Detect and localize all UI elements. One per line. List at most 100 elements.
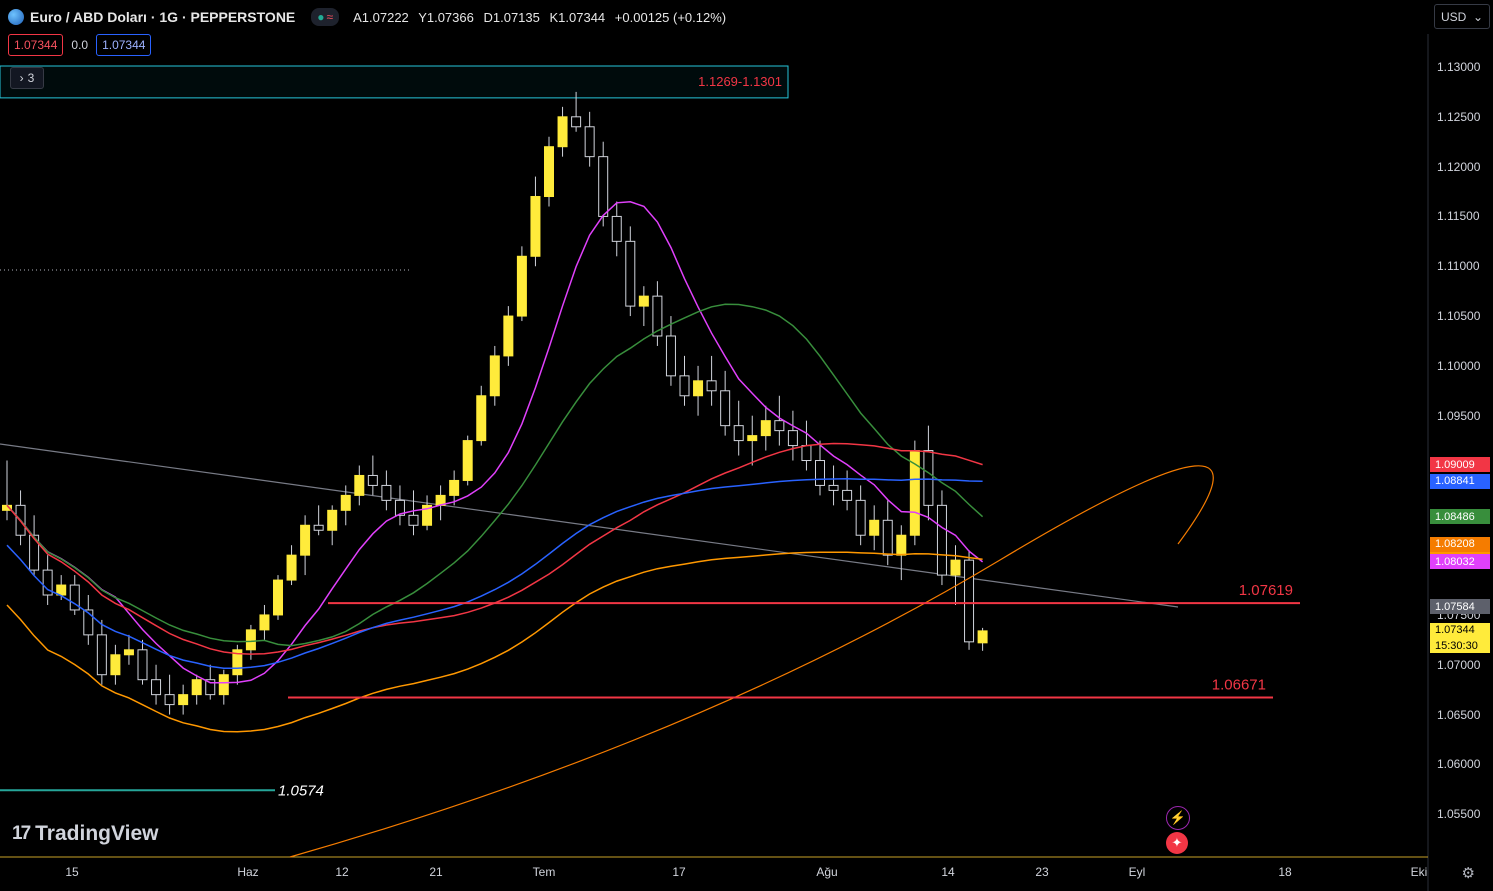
price-tag: 1.07344 [1430, 622, 1490, 638]
tradingview-logo: 17 TradingView [12, 822, 158, 846]
tradingview-mark-icon: 17 [12, 823, 31, 844]
delay-icon: ≈ [326, 10, 334, 24]
price-tick: 1.11500 [1437, 209, 1480, 224]
time-tick: 17 [672, 865, 686, 879]
price-chart[interactable]: 1.1269-1.1301 1.07619 1.06671 1.0574 [0, 0, 1493, 891]
candle [923, 450, 934, 506]
currency-select[interactable]: USD ⌄ [1434, 4, 1490, 29]
price-tag: 1.09009 [1430, 457, 1490, 473]
time-tick: Eki [1410, 865, 1428, 879]
currency-label: USD [1441, 9, 1467, 24]
high-value: Y1.07366 [418, 9, 474, 25]
close-value: K1.07344 [549, 9, 606, 25]
candle [259, 614, 270, 631]
level-upper-label: 1.07619 [1239, 582, 1293, 599]
price-tag: 1.08208 [1430, 536, 1490, 552]
candle [313, 524, 324, 531]
candle [354, 474, 365, 496]
time-tick: 14 [941, 865, 955, 879]
candle [733, 425, 744, 442]
candle [598, 156, 609, 217]
candle [828, 484, 839, 491]
price-tag: 1.08841 [1430, 473, 1490, 489]
moving-average-line [6, 442, 983, 655]
lightning-icon[interactable]: ⚡ [1166, 806, 1190, 830]
ohlc-values: A1.07222 Y1.07366 D1.07135 K1.07344 +0.0… [353, 10, 732, 25]
price-tick: 1.09500 [1437, 408, 1481, 423]
market-status[interactable]: ● ≈ [311, 8, 340, 26]
open-value: A1.07222 [353, 9, 409, 25]
candle [516, 255, 527, 317]
candle [855, 499, 866, 536]
candle [340, 494, 351, 511]
candle [706, 380, 717, 392]
candle [584, 126, 595, 158]
price-tag: 1.08486 [1430, 509, 1490, 525]
candle [638, 295, 649, 307]
time-tick: 12 [335, 865, 349, 879]
candle [530, 196, 541, 257]
moving-average-line [6, 551, 983, 733]
candle [476, 395, 487, 442]
price-tick: 1.13000 [1437, 60, 1481, 74]
candle [869, 519, 880, 536]
candle [286, 554, 297, 581]
candle [787, 430, 798, 447]
candle [842, 489, 853, 501]
candle [178, 694, 189, 706]
time-tick: Tem [532, 865, 556, 879]
candle [896, 534, 907, 556]
resistance-zone [0, 65, 789, 99]
candle [245, 629, 256, 651]
price-tick: 1.05500 [1437, 807, 1481, 822]
candle [544, 146, 554, 198]
low-value: D1.07135 [483, 9, 540, 25]
candle [720, 390, 731, 427]
sell-button[interactable]: 1.07344 [8, 34, 64, 56]
indicators-toggle[interactable]: › 3 [10, 67, 44, 89]
candle [747, 435, 758, 442]
candle [815, 460, 825, 486]
price-tick: 1.06500 [1437, 707, 1481, 722]
candle [679, 375, 690, 397]
us-flag-icon[interactable]: ✦ [1166, 832, 1188, 854]
globe-icon [8, 9, 24, 25]
candle [218, 674, 229, 696]
candle [191, 679, 202, 696]
candle [367, 474, 378, 486]
candle [665, 335, 676, 377]
spread-value: 0.0 [71, 38, 89, 52]
level-old-label: 1.0574 [278, 782, 324, 799]
candle [760, 420, 771, 437]
candle [110, 654, 121, 676]
time-tick: 18 [1278, 865, 1292, 879]
time-tick: 23 [1035, 865, 1049, 879]
symbol-title[interactable]: Euro / ABD Doları · 1G · PEPPERSTONE [0, 9, 295, 25]
time-tick: Eyl [1128, 865, 1146, 879]
candle [381, 484, 392, 501]
buy-button[interactable]: 1.07344 [96, 34, 152, 56]
candle [462, 440, 473, 481]
candle [936, 504, 947, 576]
candle [801, 445, 812, 462]
logo-text: TradingView [35, 822, 159, 845]
candle [273, 579, 283, 616]
price-tag: 1.08032 [1430, 554, 1490, 570]
candle [137, 649, 148, 681]
candle [964, 559, 975, 643]
price-tick: 1.12500 [1437, 109, 1481, 124]
gear-icon[interactable]: ⚙ [1462, 864, 1475, 882]
price-tick: 1.07000 [1437, 657, 1481, 672]
symbol-name: Euro / ABD Doları · 1G · PEPPERSTONE [30, 9, 296, 25]
candle [123, 649, 134, 656]
candle [327, 509, 338, 531]
price-tick: 1.10500 [1437, 309, 1481, 324]
price-tag: 1.07584 [1430, 599, 1490, 615]
indicator-count: 3 [27, 71, 35, 85]
price-tick: 1.06000 [1437, 757, 1481, 772]
candle [300, 524, 311, 556]
candle [950, 559, 961, 576]
candle [164, 694, 175, 706]
candle [489, 355, 500, 397]
zone-label: 1.1269-1.1301 [698, 74, 782, 89]
